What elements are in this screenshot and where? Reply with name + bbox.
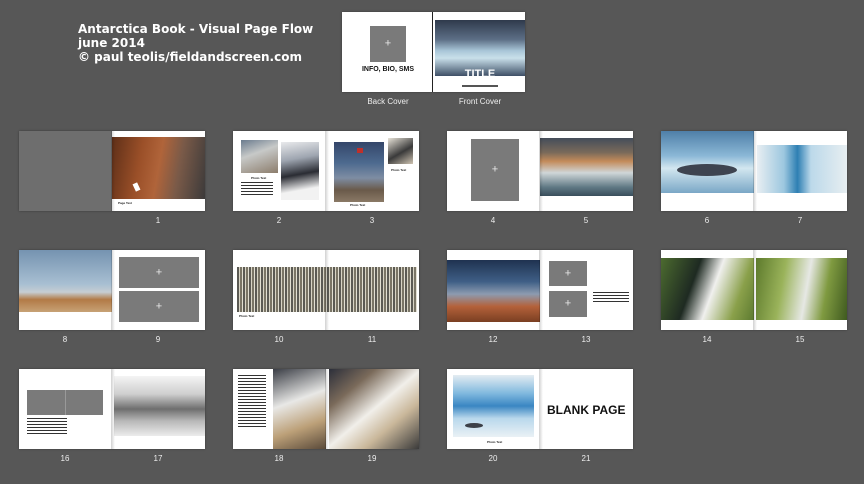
document-header: Antarctica Book - Visual Page Flow june … <box>78 22 313 64</box>
page-number: 15 <box>795 335 805 344</box>
spread-gutter <box>111 131 115 211</box>
plus-icon: + <box>155 300 163 312</box>
page-number: 3 <box>369 216 375 225</box>
front-cover-title: TITLE <box>464 68 496 80</box>
spread-10-11[interactable]: Photo Text <box>233 250 419 330</box>
photo-albatross-pair <box>273 369 326 449</box>
plus-icon: + <box>491 163 499 176</box>
spread-gutter <box>539 131 543 211</box>
cover-spread[interactable]: + INFO, BIO, SMS TITLE <box>342 12 525 92</box>
image-placeholder: + <box>549 291 587 317</box>
page-number: 21 <box>581 454 591 463</box>
photo-penguin-head <box>388 138 413 164</box>
page-number: 12 <box>488 335 498 344</box>
spread-gutter <box>753 131 757 211</box>
plus-icon: + <box>155 266 163 278</box>
photo-text-caption: Photo Text <box>487 440 503 444</box>
page-number: 1 <box>155 216 161 225</box>
document-credit: © paul teolis/fieldandscreen.com <box>78 50 302 64</box>
seal-shape <box>465 423 483 428</box>
spread-gutter <box>539 250 543 330</box>
spread-1[interactable]: Page Text <box>19 131 205 211</box>
spread-gutter <box>111 369 115 449</box>
photo-whaling-station <box>447 260 540 322</box>
photo-text-caption: Photo Text <box>239 314 255 318</box>
photo-text-caption: Photo Text <box>251 176 267 180</box>
spread-gutter <box>325 369 329 449</box>
seal-shape <box>677 164 737 176</box>
image-placeholder: + <box>471 139 519 201</box>
page-number: 7 <box>797 216 803 225</box>
body-text-block <box>238 375 266 427</box>
page-text-caption: Page Text <box>118 201 132 205</box>
page-number: 6 <box>704 216 710 225</box>
plus-icon: + <box>564 267 572 279</box>
image-placeholder: + <box>549 261 587 286</box>
spread-16-17[interactable] <box>19 369 205 449</box>
page-number: 14 <box>702 335 712 344</box>
page-number: 17 <box>153 454 163 463</box>
front-cover-byline <box>462 85 498 87</box>
back-cover-label: Back Cover <box>367 97 409 106</box>
page-number: 8 <box>62 335 68 344</box>
spread-gutter <box>539 369 543 449</box>
spread-2-3[interactable]: Photo Text Photo Text Photo Text <box>233 131 419 211</box>
photo-elephant-seals <box>19 250 112 312</box>
photo-penguin-in-grass <box>756 258 847 320</box>
back-cover-text: INFO, BIO, SMS <box>361 66 415 73</box>
spread-8-9[interactable]: + + <box>19 250 205 330</box>
document-title: Antarctica Book - Visual Page Flow <box>78 22 314 36</box>
page-number: 16 <box>60 454 70 463</box>
photo-rusted-ship <box>112 137 205 199</box>
page-number: 2 <box>276 216 282 225</box>
photo-seal-on-ice <box>661 131 754 193</box>
photo-albatross-chick <box>329 369 419 449</box>
back-cover-placeholder: + <box>370 26 406 62</box>
image-placeholder: + <box>119 257 199 288</box>
page-number: 5 <box>583 216 589 225</box>
spine-line <box>432 12 433 92</box>
spread-gutter <box>753 250 757 330</box>
spread-gutter <box>111 250 115 330</box>
page-number: 19 <box>367 454 377 463</box>
plus-icon: + <box>384 37 392 50</box>
placeholder-divider <box>65 390 66 415</box>
spread-18-19[interactable] <box>233 369 419 449</box>
page-number: 10 <box>274 335 284 344</box>
spread-14-15[interactable] <box>661 250 847 330</box>
spread-gutter <box>325 250 329 330</box>
spread-12-13[interactable]: + + <box>447 250 633 330</box>
red-flag <box>357 148 363 153</box>
page-number: 13 <box>581 335 591 344</box>
photo-blue-iceberg <box>453 375 534 437</box>
front-cover-label: Front Cover <box>458 97 502 106</box>
photo-iceberg-sunset <box>540 138 633 196</box>
page-number: 20 <box>488 454 498 463</box>
spread-4-5[interactable]: + <box>447 131 633 211</box>
grey-blank-page <box>19 131 112 211</box>
page-number: 9 <box>155 335 161 344</box>
photo-ice-cave <box>757 145 847 193</box>
body-text-block <box>27 418 67 436</box>
spread-gutter <box>325 131 329 211</box>
photo-rockhopper-penguin <box>661 258 754 320</box>
page-number: 18 <box>274 454 284 463</box>
photo-text-caption: Photo Text <box>391 168 407 172</box>
document-date: june 2014 <box>78 36 145 50</box>
body-text-block <box>593 292 629 304</box>
blank-page-text: BLANK PAGE <box>547 403 626 417</box>
photo-shipwreck-bw <box>114 376 205 436</box>
photo-chinstrap-penguin <box>281 142 319 200</box>
page-number: 11 <box>367 335 377 344</box>
photo-text-caption: Photo Text <box>350 203 366 207</box>
spread-20-21[interactable]: Photo Text BLANK PAGE <box>447 369 633 449</box>
image-placeholder: + <box>119 291 199 322</box>
photo-penguin-chicks <box>241 140 278 173</box>
plus-icon: + <box>564 297 572 310</box>
spread-6-7[interactable] <box>661 131 847 211</box>
page-number: 4 <box>490 216 496 225</box>
body-text-block <box>241 182 273 195</box>
